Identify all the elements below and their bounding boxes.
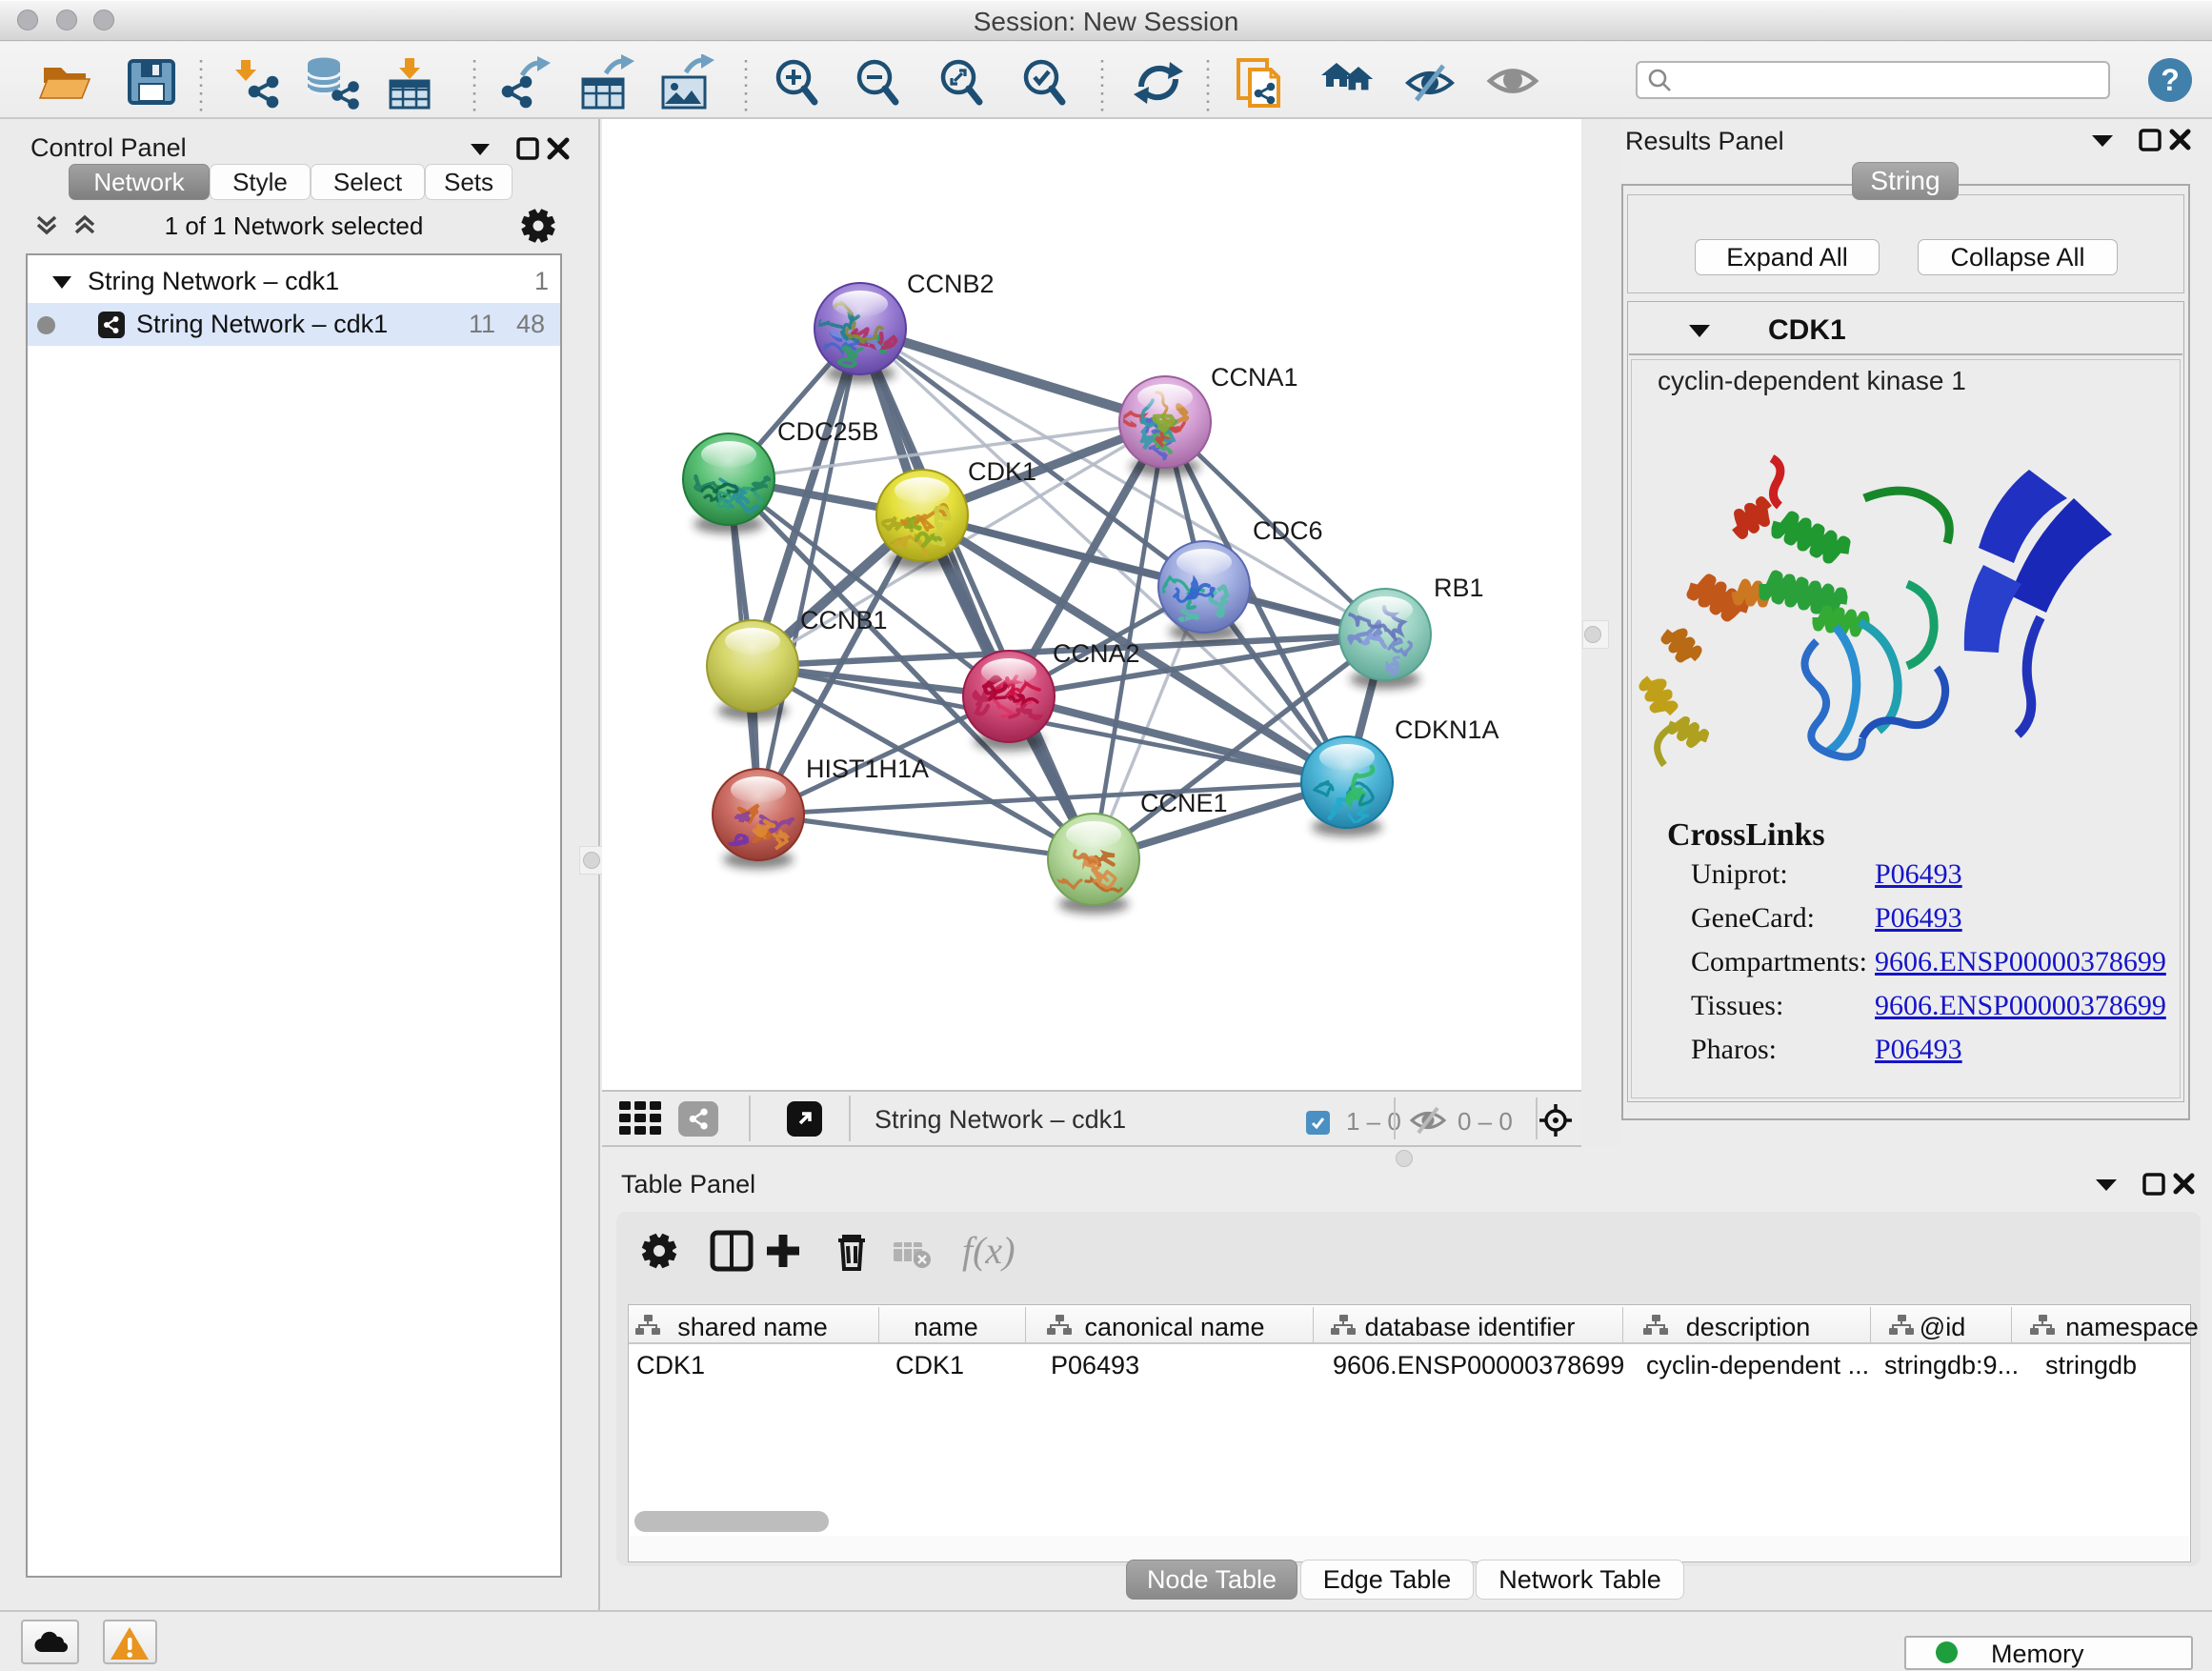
- svg-text:CCNB2: CCNB2: [907, 270, 995, 298]
- svg-text:CCNA2: CCNA2: [1053, 639, 1140, 668]
- svg-text:RB1: RB1: [1434, 574, 1484, 602]
- svg-text:CDC25B: CDC25B: [777, 417, 879, 446]
- svg-text:CCNB1: CCNB1: [800, 606, 888, 634]
- svg-text:f(x): f(x): [962, 1229, 1016, 1272]
- svg-text:HIST1H1A: HIST1H1A: [806, 755, 929, 783]
- svg-text:CCNA1: CCNA1: [1211, 363, 1298, 392]
- svg-text:CCNE1: CCNE1: [1140, 789, 1228, 817]
- svg-text:CDK1: CDK1: [968, 457, 1036, 486]
- svg-text:CDC6: CDC6: [1253, 516, 1323, 545]
- svg-text:CDKN1A: CDKN1A: [1395, 715, 1499, 744]
